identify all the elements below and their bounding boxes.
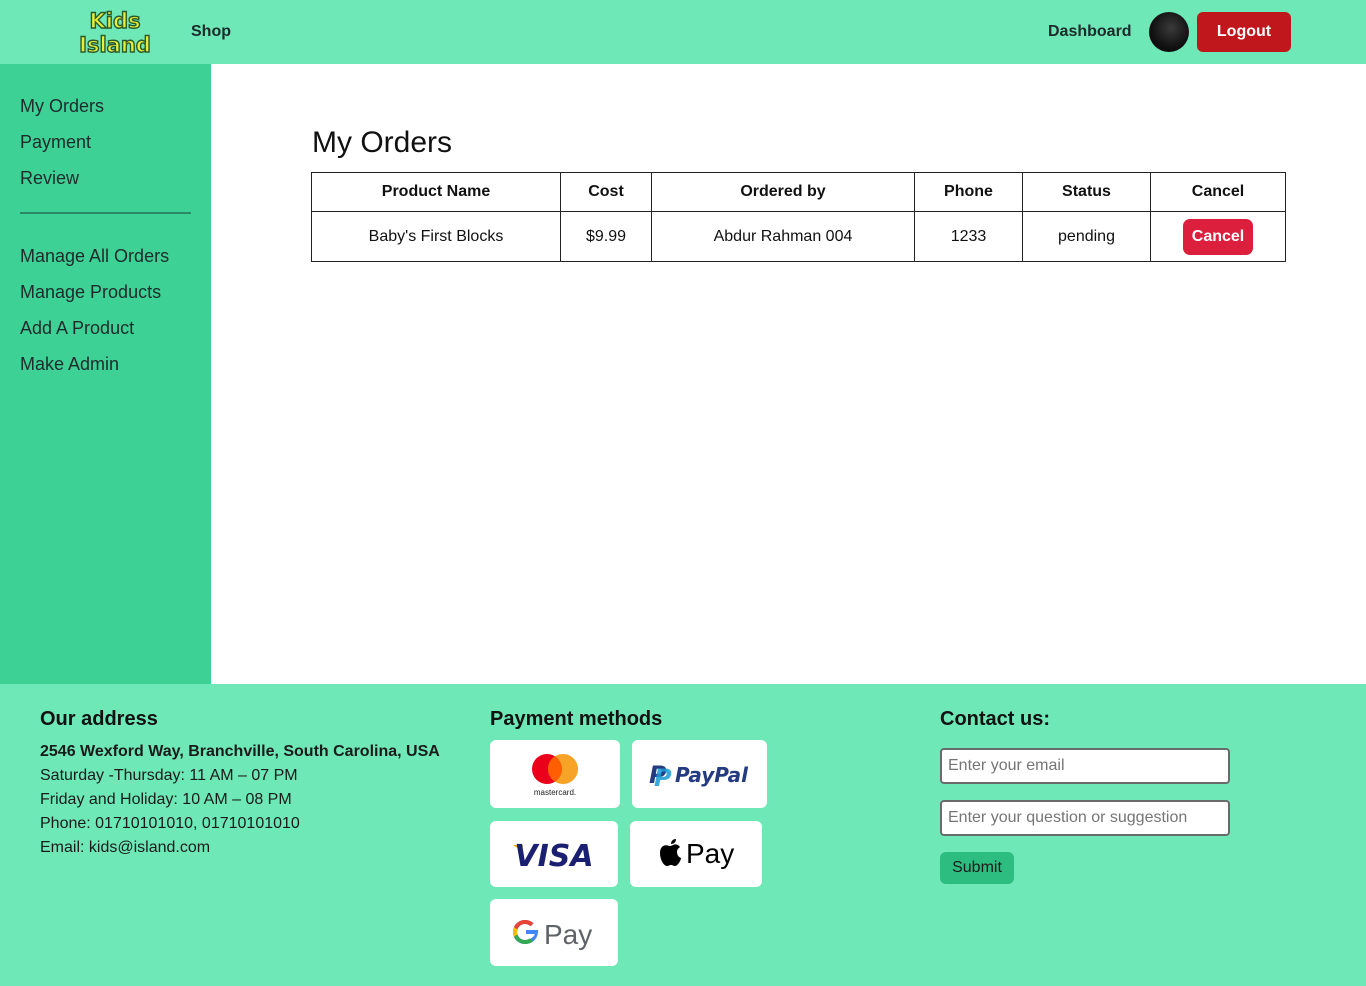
table-row: Baby's First Blocks $9.99 Abdur Rahman 0… xyxy=(311,211,1286,262)
address-phone: Phone: 01710101010, 01710101010 xyxy=(40,815,300,832)
cell-ordered-by: Abdur Rahman 004 xyxy=(651,211,915,262)
svg-text:Pay: Pay xyxy=(686,838,734,869)
cell-cancel: Cancel xyxy=(1150,211,1286,262)
sidebar-item-my-orders[interactable]: My Orders xyxy=(20,96,104,117)
column-header: Status xyxy=(1022,172,1151,212)
svg-text:VISA: VISA xyxy=(514,839,593,871)
column-header: Ordered by xyxy=(651,172,915,212)
address-hours-holiday: Friday and Holiday: 10 AM – 08 PM xyxy=(40,791,292,808)
column-header: Cancel xyxy=(1150,172,1286,212)
address-email: Email: kids@island.com xyxy=(40,839,211,856)
sidebar-divider xyxy=(20,212,191,214)
nav-shop-link[interactable]: Shop xyxy=(191,23,231,41)
svg-text:mastercard.: mastercard. xyxy=(534,788,576,797)
cell-phone: 1233 xyxy=(914,211,1023,262)
nav-dashboard-link[interactable]: Dashboard xyxy=(1048,23,1132,41)
sidebar-item-review[interactable]: Review xyxy=(20,168,79,189)
visa-card: VISA xyxy=(490,821,618,887)
visa-icon: VISA xyxy=(513,839,594,871)
main-content: My Orders Product Name Cost Ordered by P… xyxy=(211,64,1366,684)
logout-button[interactable]: Logout xyxy=(1197,12,1291,52)
table-header-row: Product Name Cost Ordered by Phone Statu… xyxy=(311,172,1286,212)
orders-table: Product Name Cost Ordered by Phone Statu… xyxy=(311,172,1286,262)
question-field[interactable] xyxy=(940,800,1230,836)
cell-product-name: Baby's First Blocks xyxy=(311,211,561,262)
submit-button[interactable]: Submit xyxy=(940,852,1014,884)
sidebar: My Orders Payment Review Manage All Orde… xyxy=(0,64,211,684)
page-title: My Orders xyxy=(312,126,453,159)
svg-text:Pay: Pay xyxy=(544,919,592,950)
top-navbar: Kids Island Shop Dashboard Logout xyxy=(0,0,1366,64)
paypal-card: P P PayPal xyxy=(632,740,767,808)
cell-status: pending xyxy=(1022,211,1151,262)
svg-text:PayPal: PayPal xyxy=(675,763,749,787)
svg-text:Kids: Kids xyxy=(89,9,140,33)
svg-text:P: P xyxy=(654,764,672,791)
sidebar-item-add-product[interactable]: Add A Product xyxy=(20,318,134,339)
cancel-order-button[interactable]: Cancel xyxy=(1183,218,1253,255)
svg-text:Island: Island xyxy=(79,33,151,57)
address-street: 2546 Wexford Way, Branchville, South Car… xyxy=(40,743,440,760)
address-hours-weekday: Saturday -Thursday: 11 AM – 07 PM xyxy=(40,767,298,784)
sidebar-item-manage-all-orders[interactable]: Manage All Orders xyxy=(20,246,169,267)
google-pay-card: Pay xyxy=(490,899,618,966)
user-avatar[interactable] xyxy=(1149,12,1189,52)
address-heading: Our address xyxy=(40,708,158,730)
mastercard-icon: mastercard. xyxy=(532,754,578,797)
payment-heading: Payment methods xyxy=(490,708,663,730)
sidebar-item-make-admin[interactable]: Make Admin xyxy=(20,354,119,375)
cell-cost: $9.99 xyxy=(560,211,652,262)
sidebar-item-manage-products[interactable]: Manage Products xyxy=(20,282,161,303)
sidebar-item-payment[interactable]: Payment xyxy=(20,132,91,153)
column-header: Phone xyxy=(914,172,1023,212)
apple-pay-card: Pay xyxy=(630,821,762,887)
google-pay-icon: Pay xyxy=(513,919,592,950)
kids-island-logo[interactable]: Kids Island xyxy=(76,6,154,58)
footer: Our address 2546 Wexford Way, Branchvill… xyxy=(0,684,1366,986)
email-field[interactable] xyxy=(940,748,1230,784)
contact-heading: Contact us: xyxy=(940,708,1050,730)
apple-pay-icon: Pay xyxy=(660,838,734,869)
column-header: Cost xyxy=(560,172,652,212)
column-header: Product Name xyxy=(311,172,561,212)
paypal-icon: P P PayPal xyxy=(649,761,749,791)
mastercard-card: mastercard. xyxy=(490,740,620,808)
